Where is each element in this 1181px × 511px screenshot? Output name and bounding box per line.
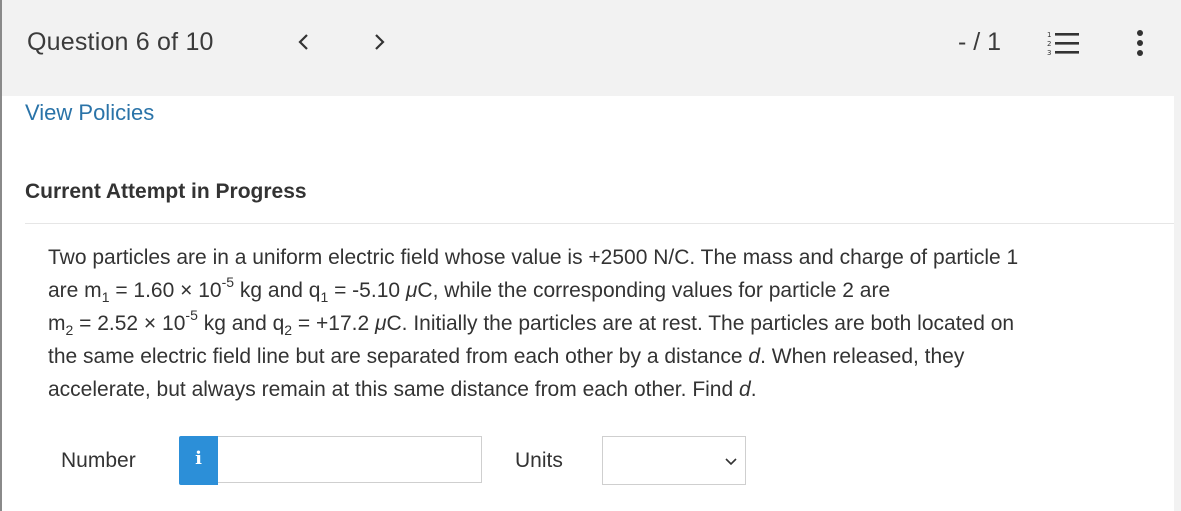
units-label: Units <box>515 449 563 472</box>
chevron-down-icon <box>725 458 737 466</box>
info-button[interactable]: i <box>179 436 218 485</box>
next-question-button[interactable] <box>368 31 390 53</box>
question-line-2: are m1 = 1.60 × 10-5 kg and q1 = -5.10 μ… <box>48 274 891 306</box>
view-policies-link[interactable]: View Policies <box>25 100 154 126</box>
svg-text:3: 3 <box>1047 49 1051 57</box>
info-icon: i <box>195 448 202 469</box>
svg-text:1: 1 <box>1047 31 1051 39</box>
chevron-left-icon <box>298 34 308 50</box>
question-counter: Question 6 of 10 <box>27 28 214 56</box>
divider <box>25 223 1174 224</box>
number-label: Number <box>61 449 136 472</box>
attempt-heading: Current Attempt in Progress <box>25 180 307 203</box>
more-vertical-icon <box>1137 30 1143 56</box>
numbered-list-icon: 1 2 3 <box>1047 31 1079 57</box>
question-header: Question 6 of 10 - / 1 1 2 3 <box>2 0 1181 92</box>
question-line-3: m2 = 2.52 × 10-5 kg and q2 = +17.2 μC. I… <box>48 307 1015 339</box>
question-line-5: accelerate, but always remain at this sa… <box>48 378 757 401</box>
number-input[interactable] <box>218 436 482 483</box>
question-line-1: Two particles are in a uniform electric … <box>48 246 1019 269</box>
question-line-4: the same electric field line but are sep… <box>48 345 965 368</box>
previous-question-button[interactable] <box>293 31 315 53</box>
chevron-right-icon <box>375 34 385 50</box>
question-text: Two particles are in a uniform electric … <box>48 241 1148 406</box>
question-list-button[interactable]: 1 2 3 <box>1045 29 1081 57</box>
units-select[interactable] <box>602 436 746 485</box>
more-options-button[interactable] <box>1133 28 1147 58</box>
score-display: - / 1 <box>958 28 1002 56</box>
svg-text:2: 2 <box>1047 40 1051 48</box>
